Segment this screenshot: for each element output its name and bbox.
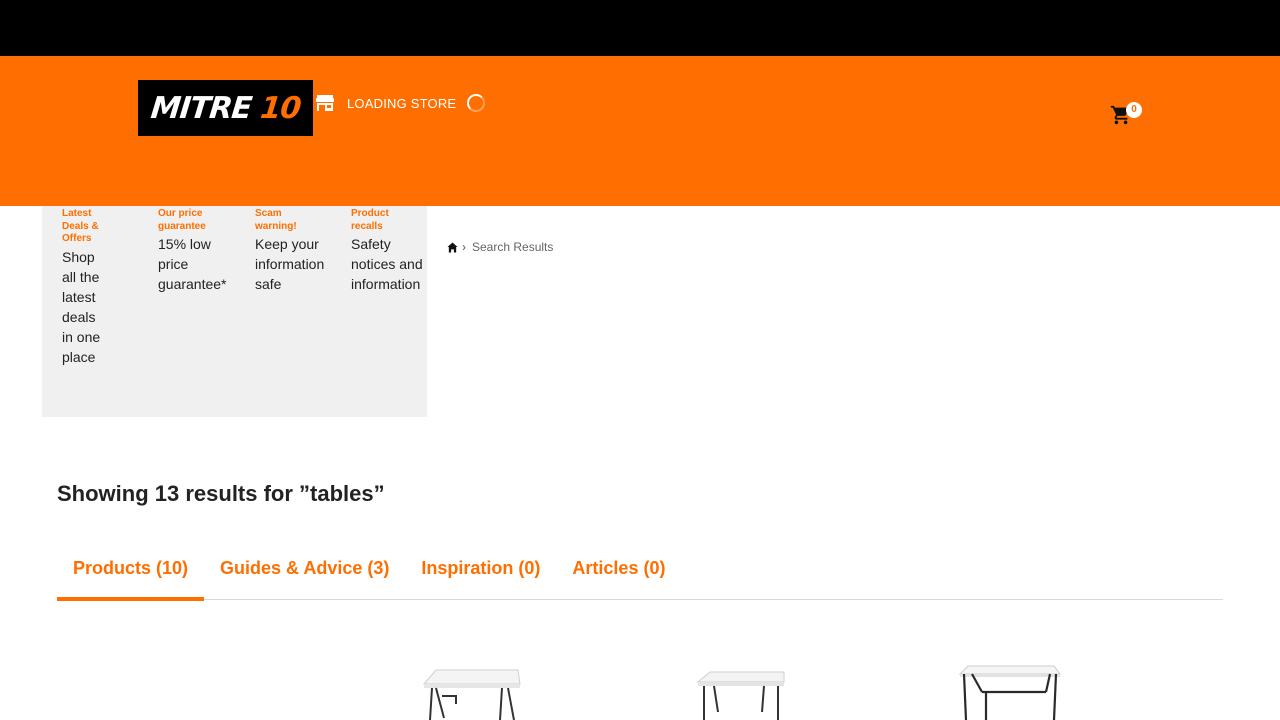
product-card-image[interactable] [954, 652, 1064, 720]
promo-product-recalls[interactable]: Product recalls Safety notices and infor… [351, 208, 427, 294]
breadcrumb-separator: › [462, 240, 466, 254]
promo-title: Our price guarantee [158, 208, 206, 232]
cart-count-badge: 0 [1126, 102, 1142, 118]
home-icon[interactable] [447, 241, 458, 253]
product-card-image[interactable] [688, 652, 798, 720]
promo-title: Product recalls [351, 208, 389, 232]
promo-strip: Latest Deals & Offers Shop all the lates… [42, 206, 427, 417]
store-icon [316, 95, 334, 111]
product-card-image[interactable] [416, 652, 526, 720]
folding-table-image [958, 665, 1061, 720]
tab-guides-advice[interactable]: Guides & Advice (3) [204, 548, 405, 600]
tab-inspiration[interactable]: Inspiration (0) [405, 548, 556, 600]
cart-button[interactable]: 0 [1108, 102, 1144, 130]
promo-price-guarantee[interactable]: Our price guarantee 15% low price guaran… [158, 208, 238, 294]
promo-deals[interactable]: Latest Deals & Offers Shop all the lates… [62, 208, 110, 367]
store-selector[interactable]: LOADING STORE [316, 92, 486, 114]
logo-text: MITRE 10 [149, 90, 302, 126]
tab-products[interactable]: Products (10) [57, 548, 205, 601]
promo-description: 15% low price guarantee* [158, 236, 227, 292]
promo-title: Latest Deals & Offers [62, 208, 99, 244]
store-label: LOADING STORE [347, 95, 457, 111]
tab-articles[interactable]: Articles (0) [556, 548, 681, 600]
promo-description: Shop all the latest deals in one place [62, 248, 101, 365]
top-black-bar [0, 0, 1280, 56]
promo-scam-warning[interactable]: Scam warning! Keep your information safe [255, 208, 335, 294]
folding-table-image [422, 669, 521, 720]
promo-description: Keep your information safe [255, 236, 325, 292]
mitre10-logo[interactable]: MITRE 10 [138, 80, 313, 136]
breadcrumb: › Search Results [447, 238, 553, 256]
results-tabs: Products (10) Guides & Advice (3) Inspir… [57, 548, 1223, 601]
promo-title: Scam warning! [255, 208, 297, 232]
folding-table-image [696, 671, 785, 720]
results-heading: Showing 13 results for ”tables” [57, 481, 385, 506]
promo-description: Safety notices and information [351, 236, 423, 292]
loading-spinner-icon [467, 94, 486, 112]
site-header: MITRE 10 LOADING STORE 0 [0, 56, 1280, 206]
breadcrumb-current: Search Results [472, 240, 554, 254]
